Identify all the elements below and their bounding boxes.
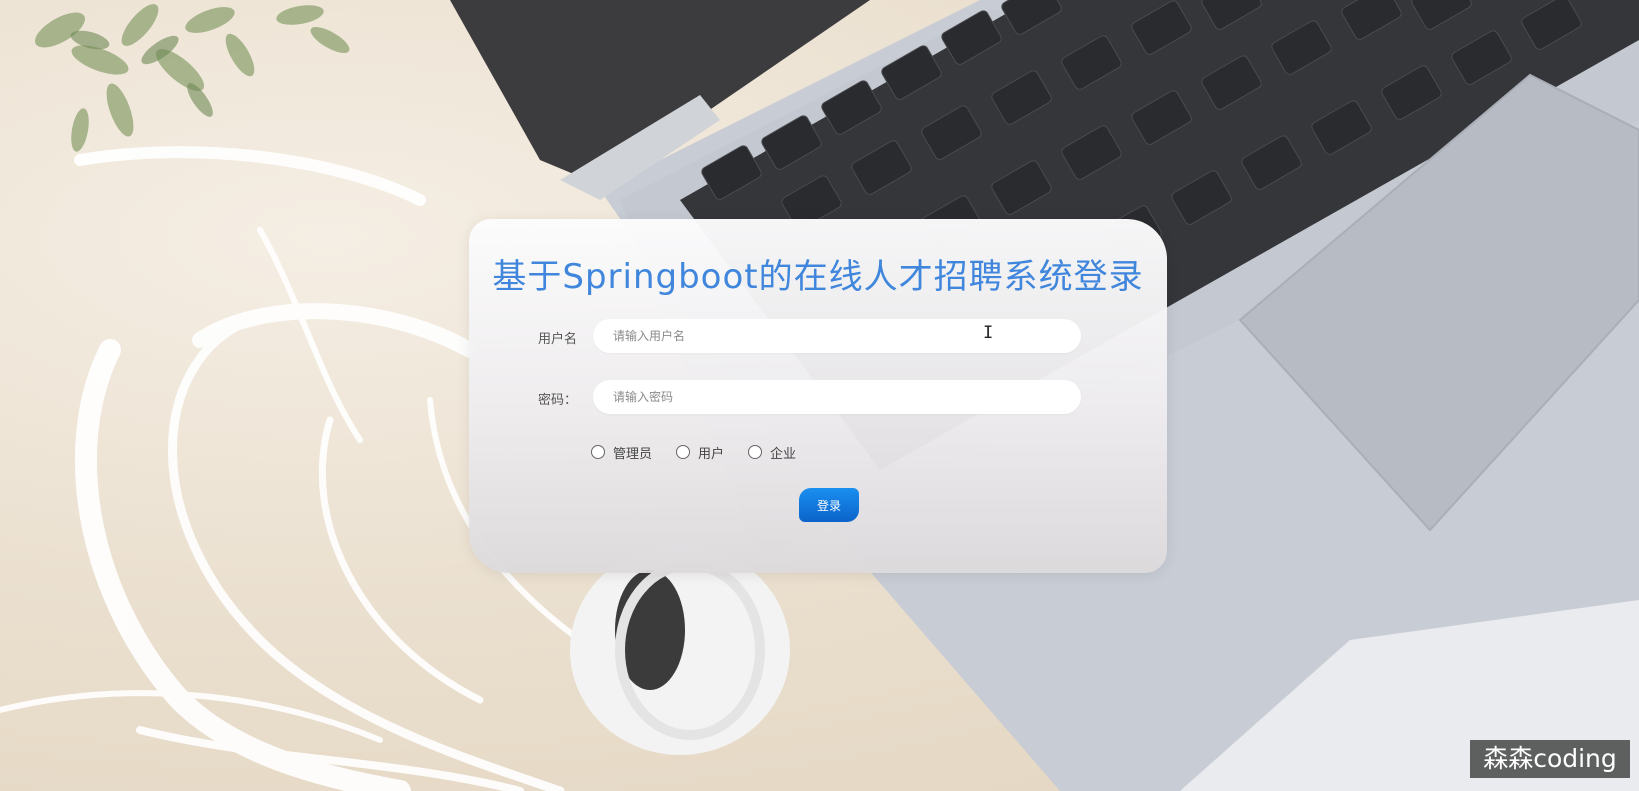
watermark-label: 森森coding <box>1470 740 1630 778</box>
username-label: 用户名 <box>538 332 578 347</box>
role-option-admin[interactable]: 管理员 <box>591 443 652 462</box>
app-window: 基于Springboot的在线人才招聘系统登录 用户名 密码： 管理员 用户 企… <box>0 0 1639 791</box>
login-button[interactable]: 登录 <box>799 488 859 522</box>
password-label: 密码： <box>538 393 578 408</box>
role-radio-group: 管理员 用户 企业 <box>591 442 820 462</box>
role-option-company[interactable]: 企业 <box>748 443 796 462</box>
role-label-admin: 管理员 <box>613 446 653 462</box>
role-label-user: 用户 <box>698 446 725 462</box>
username-row: 用户名 <box>469 319 1167 353</box>
password-input[interactable] <box>593 380 1081 414</box>
password-row: 密码： <box>469 380 1167 414</box>
radio-icon[interactable] <box>591 445 605 459</box>
radio-icon[interactable] <box>676 445 691 459</box>
text-cursor-icon: I <box>983 323 994 343</box>
login-card: 基于Springboot的在线人才招聘系统登录 用户名 密码： 管理员 用户 企… <box>469 219 1167 573</box>
page-title: 基于Springboot的在线人才招聘系统登录 <box>492 257 1144 297</box>
username-input[interactable] <box>593 319 1081 353</box>
role-label-company: 企业 <box>770 446 797 462</box>
radio-icon[interactable] <box>748 445 763 459</box>
role-option-user[interactable]: 用户 <box>676 443 724 462</box>
